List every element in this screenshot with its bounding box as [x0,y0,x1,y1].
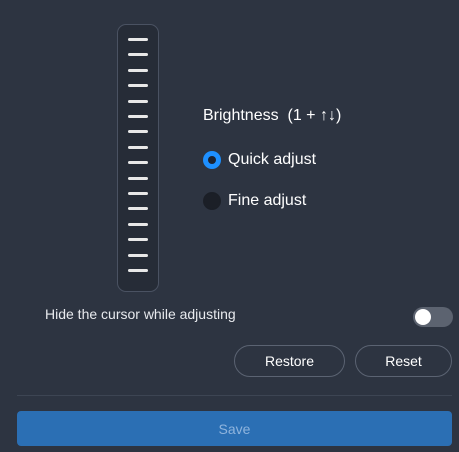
fine-adjust-label: Fine adjust [228,192,307,209]
brightness-title: Brightness [203,107,279,124]
slider-tick [128,130,148,134]
toggle-knob [415,309,431,325]
hide-cursor-toggle[interactable] [413,307,453,327]
slider-tick [128,84,148,88]
slider-tick [128,253,148,257]
slider-tick [128,99,148,103]
brightness-shortcut: (1 + ↑↓) [287,107,342,124]
quick-adjust-radio[interactable] [203,151,221,169]
slider-tick [128,176,148,180]
slider-tick [128,238,148,242]
slider-tick [128,161,148,165]
slider-tick [128,68,148,72]
restore-button[interactable]: Restore [234,345,345,377]
save-button[interactable]: Save [17,411,452,446]
slider-tick [128,207,148,211]
slider-tick [128,38,148,41]
fine-adjust-option[interactable]: Fine adjust [203,190,306,212]
brightness-slider[interactable] [117,24,159,292]
fine-adjust-radio[interactable] [203,192,221,210]
slider-tick [128,53,148,57]
quick-adjust-label: Quick adjust [228,151,317,168]
slider-tick [128,145,148,149]
hide-cursor-label: Hide the cursor while adjusting [45,306,236,322]
slider-tick [128,222,148,226]
slider-tick [128,115,148,118]
quick-adjust-option[interactable]: Quick adjust [203,149,316,171]
reset-button[interactable]: Reset [355,345,452,377]
brightness-label: Brightness (1 + ↑↓) [203,107,341,125]
slider-tick [128,269,148,272]
slider-tick [128,192,148,195]
divider [17,395,452,396]
